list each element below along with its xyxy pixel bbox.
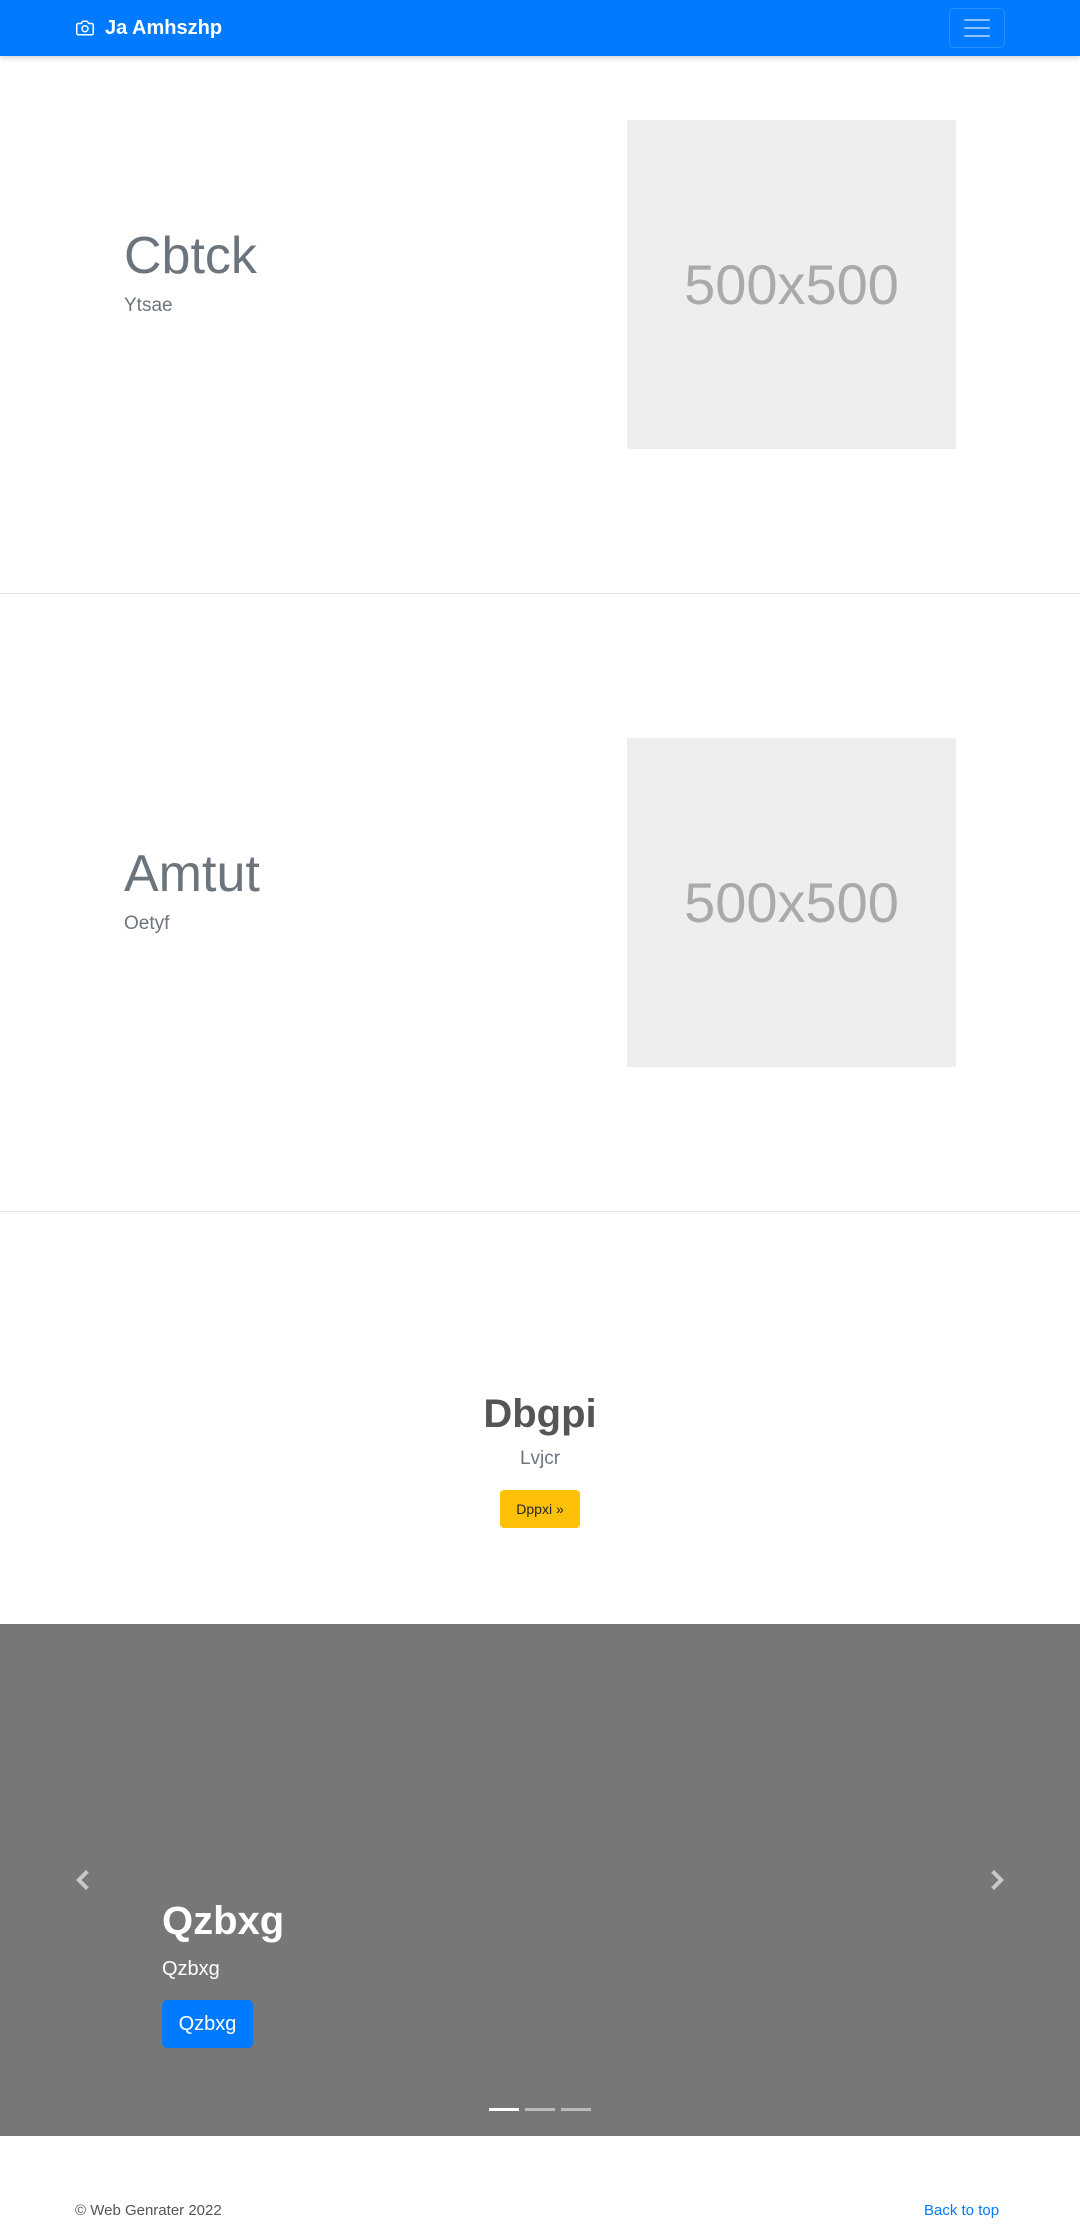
navbar: Ja Amhszhp [0,0,1080,56]
carousel-next-button[interactable] [986,1868,1010,1892]
placeholder-image: 500x500 [627,738,956,1067]
carousel-caption-button[interactable]: Qzbxg [162,2000,253,2048]
carousel-indicators [489,2108,591,2111]
brand-link[interactable]: Ja Amhszhp [75,0,222,56]
carousel-indicator[interactable] [489,2108,519,2111]
placeholder-image: 500x500 [627,120,956,449]
cta-lead: Lvjcr [519,1448,561,1469]
carousel-caption-title: Qzbxg [162,1899,285,1943]
brand-name: Ja Amhszhp [105,16,223,39]
feature-heading: Amtut [124,845,260,903]
call-to-action-section: Dbgpi Lvjcr Dppxi » [0,1212,1080,1624]
carousel: Qzbxg Qzbxg Qzbxg [0,1624,1080,2136]
carousel-prev-button[interactable] [70,1868,94,1892]
cta-button[interactable]: Dppxi » [500,1490,580,1528]
chevron-right-icon [991,1870,1004,1890]
feature-heading: Cbtck [124,227,257,285]
feature-lead: Ytsae [124,295,173,316]
copyright-text: © Web Genrater 2022 [75,2202,222,2219]
carousel-indicator[interactable] [561,2108,591,2111]
chevron-left-icon [76,1870,89,1890]
footer: © Web Genrater 2022 Back to top [0,2136,1080,2224]
back-to-top-link[interactable]: Back to top [924,2202,999,2219]
camera-icon [75,19,95,37]
feature-lead: Oetyf [124,913,170,934]
carousel-caption-text: Qzbxg [162,1958,220,1980]
navbar-toggler-button[interactable] [949,8,1005,48]
hamburger-menu-icon [964,19,990,21]
carousel-indicator[interactable] [525,2108,555,2111]
feature-section-2: Amtut Oetyf 500x500 [0,594,1080,1211]
feature-section-1: Cbtck Ytsae 500x500 [0,56,1080,593]
cta-title: Dbgpi [483,1392,597,1436]
